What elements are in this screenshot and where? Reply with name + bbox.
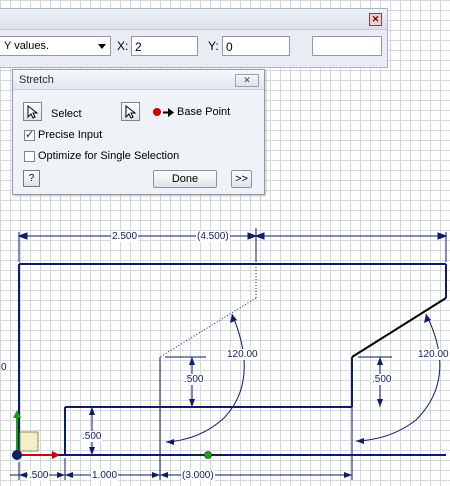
base-point-dot-icon	[153, 108, 161, 116]
arrow-head	[65, 472, 73, 478]
dimension-left-edge[interactable]: 0	[0, 362, 8, 373]
dimension-top-left[interactable]: 2.500	[111, 231, 139, 242]
dialog-titlebar[interactable]: Stretch ✕	[13, 70, 264, 90]
toolbar-titlebar[interactable]: ✕	[0, 9, 387, 30]
extra-input[interactable]	[312, 36, 382, 56]
dimension-height-left[interactable]: .500	[183, 374, 205, 385]
dialog-close-icon[interactable]: ✕	[235, 74, 259, 87]
y-label: Y:	[208, 39, 219, 53]
select-label: Select	[51, 108, 82, 120]
dimension-height-right[interactable]: .500	[371, 374, 393, 385]
angle-arc-left	[165, 313, 245, 443]
arrow-right-icon	[163, 108, 174, 117]
more-options-button[interactable]: >>	[231, 170, 252, 188]
checkmark-icon: ✓	[25, 129, 35, 141]
cursor-arrow-icon	[125, 105, 137, 119]
y-input[interactable]: 0	[222, 36, 290, 56]
dropdown-arrow-icon[interactable]	[98, 44, 106, 49]
dimension-bottom-b[interactable]: 1.000	[91, 470, 119, 481]
x-label: X:	[117, 39, 129, 53]
dialog-title: Stretch	[19, 74, 54, 86]
origin-point-icon	[12, 450, 22, 460]
precise-input-label: Precise Input	[38, 129, 103, 141]
arrow-head	[89, 447, 95, 455]
arrow-head	[437, 232, 448, 240]
optimize-label: Optimize for Single Selection	[38, 150, 180, 162]
arrow-head	[17, 232, 28, 240]
toolbar-close-icon[interactable]: ✕	[369, 13, 382, 26]
stretch-dialog: Stretch ✕ Select Base Point ✓ Precise In…	[12, 69, 265, 195]
arrow-head	[160, 472, 168, 478]
arrow-head	[152, 472, 160, 478]
arrow-head	[166, 439, 174, 445]
dimension-top-right[interactable]: (4.500)	[196, 231, 230, 242]
help-button[interactable]: ?	[23, 170, 40, 187]
arrow-head	[230, 314, 237, 323]
cursor-arrow-icon	[27, 105, 39, 119]
dimension-angle-left[interactable]: 120.00	[226, 349, 259, 360]
arrow-head	[189, 399, 195, 407]
arrow-head	[254, 232, 265, 240]
x-axis-arrow-icon	[52, 451, 60, 459]
select-button[interactable]	[23, 102, 42, 121]
dimension-base-height[interactable]: .500	[81, 431, 103, 442]
origin-plane-icon	[19, 431, 39, 452]
input-mode-value: Y values.	[4, 40, 50, 52]
precise-input-toolbar: ✕ Y values. X: 2 Y: 0	[0, 8, 388, 68]
help-icon: ?	[28, 173, 35, 184]
arrow-head	[57, 472, 65, 478]
arrow-head	[19, 472, 27, 478]
angle-arc-right	[355, 313, 441, 442]
arrow-head	[377, 399, 383, 407]
optimize-checkbox[interactable]	[24, 151, 35, 162]
arrow-head	[377, 357, 383, 365]
arrow-head	[356, 438, 364, 444]
center-point-icon	[204, 451, 212, 459]
input-mode-dropdown[interactable]: Y values.	[0, 36, 111, 56]
base-point-label: Base Point	[177, 106, 231, 118]
base-point-button[interactable]	[121, 102, 140, 121]
dimension-bottom-c[interactable]: (3.000)	[181, 470, 215, 481]
precise-input-checkbox[interactable]: ✓	[24, 129, 35, 141]
dimension-angle-right[interactable]: 120.00	[417, 349, 450, 360]
dimension-bottom-a[interactable]: .500	[28, 470, 50, 481]
arrow-head	[344, 472, 352, 478]
done-button[interactable]: Done	[153, 170, 217, 188]
x-input[interactable]: 2	[131, 36, 198, 56]
arrow-head	[189, 357, 195, 365]
arrow-head	[89, 407, 95, 415]
